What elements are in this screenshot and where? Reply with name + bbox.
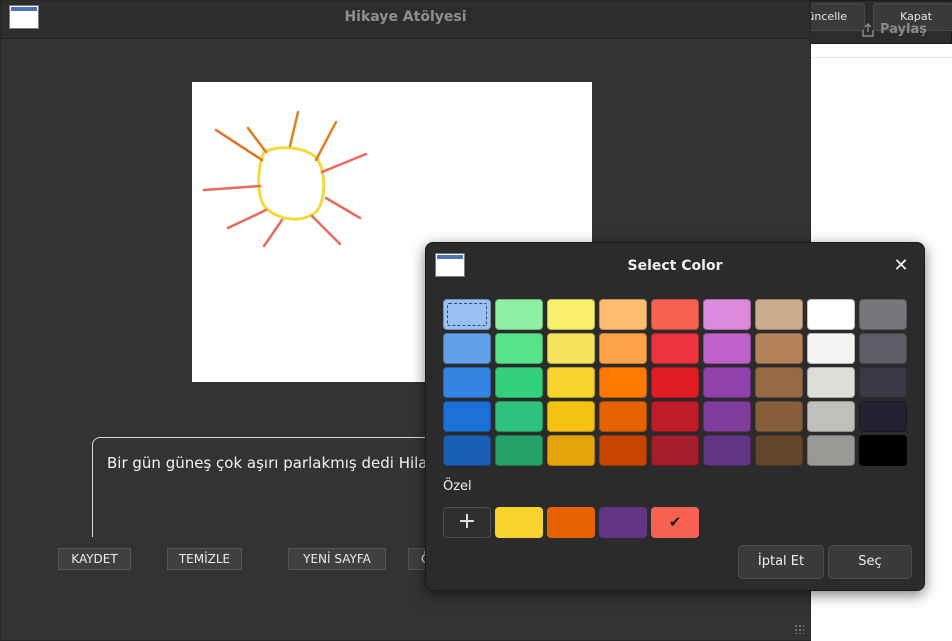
color-swatch[interactable] <box>651 401 699 432</box>
new-page-button[interactable]: YENİ SAYFA <box>288 548 386 570</box>
story-text-area[interactable]: Bir gün güneş çok aşırı parlakmış dedi H… <box>92 437 452 537</box>
color-swatch[interactable] <box>443 435 491 466</box>
color-swatch[interactable] <box>755 333 803 364</box>
color-palette <box>443 299 907 466</box>
color-swatch[interactable] <box>755 299 803 330</box>
color-swatch[interactable] <box>651 333 699 364</box>
checkmark-icon: ✔ <box>668 513 682 531</box>
color-swatch[interactable] <box>703 299 751 330</box>
window-title: Hikaye Atölyesi <box>344 9 467 25</box>
color-swatch[interactable] <box>755 367 803 398</box>
color-swatch[interactable] <box>651 435 699 466</box>
color-swatch[interactable] <box>703 435 751 466</box>
color-swatch[interactable] <box>495 299 543 330</box>
color-swatch[interactable] <box>495 401 543 432</box>
sun-drawing <box>202 110 368 248</box>
select-color-dialog: Select Color ✕ Özel + ✔ İptal Et Seç <box>425 242 925 591</box>
color-swatch[interactable] <box>859 333 907 364</box>
color-swatch[interactable] <box>495 367 543 398</box>
color-swatch[interactable] <box>859 367 907 398</box>
color-swatch[interactable] <box>495 435 543 466</box>
color-swatch[interactable] <box>755 435 803 466</box>
color-swatch[interactable] <box>859 401 907 432</box>
color-swatch[interactable] <box>859 435 907 466</box>
save-button[interactable]: KAYDET <box>58 548 131 570</box>
color-swatch[interactable] <box>599 367 647 398</box>
color-swatch[interactable] <box>599 333 647 364</box>
background-divider <box>811 57 952 58</box>
color-swatch[interactable] <box>651 299 699 330</box>
color-swatch[interactable] <box>807 333 855 364</box>
color-swatch[interactable] <box>651 367 699 398</box>
custom-colors-row: + ✔ <box>443 507 699 538</box>
color-swatch[interactable] <box>547 333 595 364</box>
dialog-title: Select Color <box>627 258 723 274</box>
custom-color-swatch[interactable] <box>547 507 595 538</box>
cancel-button[interactable]: İptal Et <box>738 545 824 579</box>
story-text: Bir gün güneş çok aşırı parlakmış dedi H… <box>107 454 449 472</box>
color-swatch[interactable] <box>807 299 855 330</box>
color-swatch[interactable] <box>443 367 491 398</box>
color-swatch[interactable] <box>443 333 491 364</box>
color-swatch[interactable] <box>755 401 803 432</box>
sun-body <box>257 146 326 221</box>
clear-button[interactable]: TEMİZLE <box>167 548 242 570</box>
color-swatch[interactable] <box>495 333 543 364</box>
color-swatch[interactable] <box>547 367 595 398</box>
share-label[interactable]: Paylaş <box>880 22 927 37</box>
color-swatch[interactable] <box>443 299 491 330</box>
color-swatch[interactable] <box>703 367 751 398</box>
color-swatch[interactable] <box>599 299 647 330</box>
color-swatch[interactable] <box>807 367 855 398</box>
share-icon <box>862 22 874 37</box>
custom-color-swatch[interactable] <box>599 507 647 538</box>
color-swatch[interactable] <box>703 401 751 432</box>
resize-grip[interactable] <box>794 624 804 634</box>
custom-color-swatch[interactable] <box>495 507 543 538</box>
color-swatch[interactable] <box>703 333 751 364</box>
color-swatch[interactable] <box>807 435 855 466</box>
color-swatch[interactable] <box>807 401 855 432</box>
color-swatch[interactable] <box>599 435 647 466</box>
color-swatch[interactable] <box>547 401 595 432</box>
select-button[interactable]: Seç <box>828 545 912 579</box>
custom-color-swatch[interactable]: ✔ <box>651 507 699 538</box>
color-swatch[interactable] <box>547 435 595 466</box>
close-icon[interactable]: ✕ <box>890 255 912 277</box>
color-swatch[interactable] <box>859 299 907 330</box>
color-swatch[interactable] <box>547 299 595 330</box>
add-custom-color-button[interactable]: + <box>443 507 491 538</box>
color-swatch[interactable] <box>599 401 647 432</box>
main-titlebar: Hikaye Atölyesi <box>1 1 810 39</box>
color-swatch[interactable] <box>443 401 491 432</box>
custom-colors-label: Özel <box>443 479 472 494</box>
